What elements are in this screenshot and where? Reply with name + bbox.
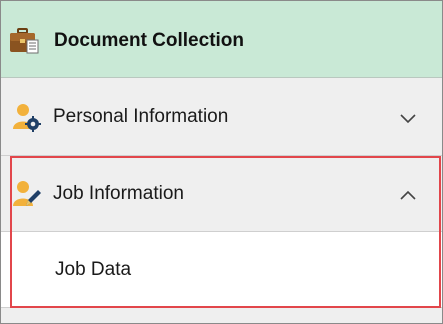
person-gear-icon	[13, 104, 41, 132]
section-label-personal-information: Personal Information	[53, 106, 229, 127]
page-title: Document Collection	[54, 30, 245, 51]
person-pencil-icon	[13, 181, 41, 206]
briefcase-document-icon	[10, 28, 39, 54]
menu-item-label-job-data: Job Data	[55, 259, 132, 280]
section-personal-information[interactable]: Personal Information	[1, 78, 442, 156]
chevron-down-icon[interactable]	[400, 114, 416, 124]
chevron-up-icon[interactable]	[400, 190, 416, 200]
panel-bottom-strip	[1, 308, 442, 323]
section-label-job-information: Job Information	[53, 183, 184, 204]
section-job-information[interactable]: Job Information	[1, 156, 442, 232]
navigation-panel: Document Collection Personal Information…	[0, 0, 443, 324]
document-collection-header[interactable]: Document Collection	[1, 1, 442, 78]
menu-item-job-data[interactable]: Job Data	[1, 232, 442, 308]
